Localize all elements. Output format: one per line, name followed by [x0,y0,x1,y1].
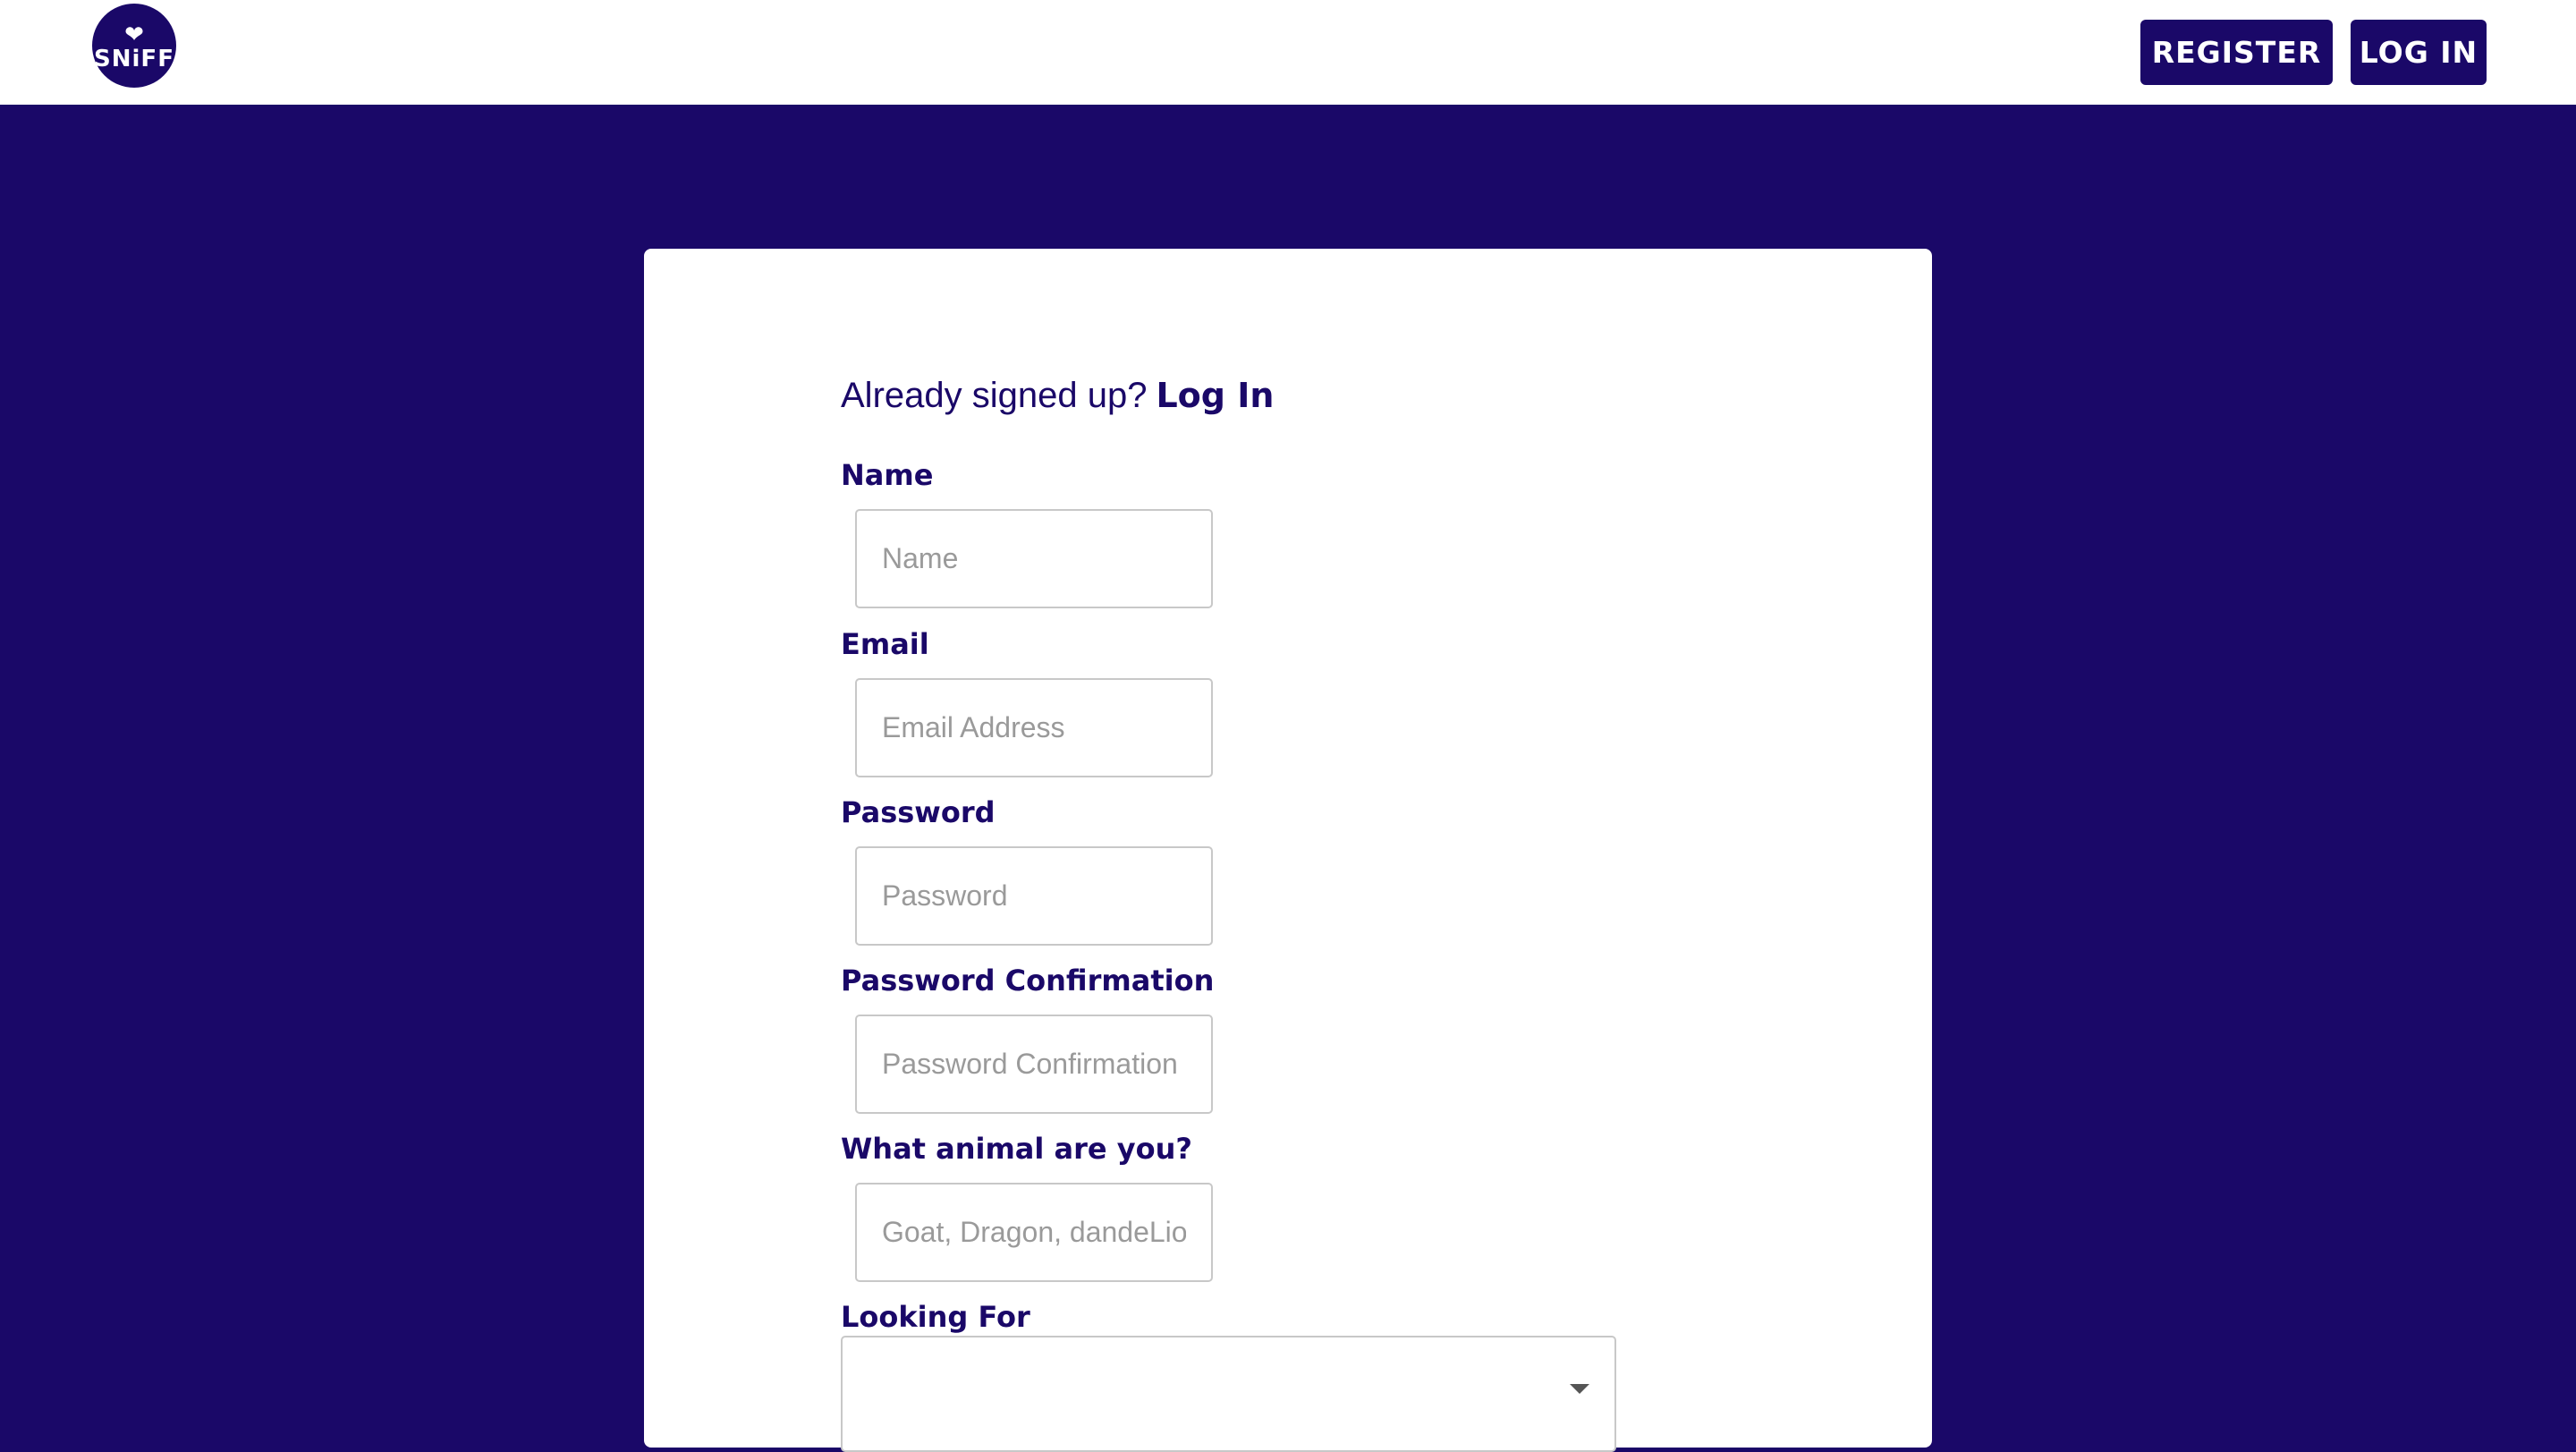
logo-text: SNiFF [94,46,174,72]
top-navbar: ❤ SNiFF REGISTER LOG IN [0,0,2576,105]
looking-for-select[interactable] [841,1336,1616,1452]
login-link[interactable]: Log In [1156,376,1274,415]
email-label: Email [841,627,929,661]
password-confirmation-label: Password Confirmation [841,964,1215,998]
animal-input[interactable] [855,1183,1213,1282]
name-label: Name [841,458,934,492]
already-signed-up-line: Already signed up? Log In [841,376,1274,416]
password-confirmation-input[interactable] [855,1015,1213,1114]
signup-card: Already signed up?Log In Name Email Pass… [644,249,1932,1452]
register-button[interactable]: REGISTER [2140,20,2333,85]
heart-paw-icon: ❤ [124,21,144,47]
email-input[interactable] [855,678,1213,777]
already-signed-up-text: Already signed up? [841,376,1148,415]
sniff-logo[interactable]: ❤ SNiFF [92,4,176,88]
animal-label: What animal are you? [841,1132,1192,1166]
password-label: Password [841,795,996,829]
password-input[interactable] [855,846,1213,946]
login-button[interactable]: LOG IN [2351,20,2487,85]
name-input[interactable] [855,509,1213,608]
looking-for-label: Looking For [841,1300,1030,1334]
chevron-down-icon [1570,1384,1589,1394]
